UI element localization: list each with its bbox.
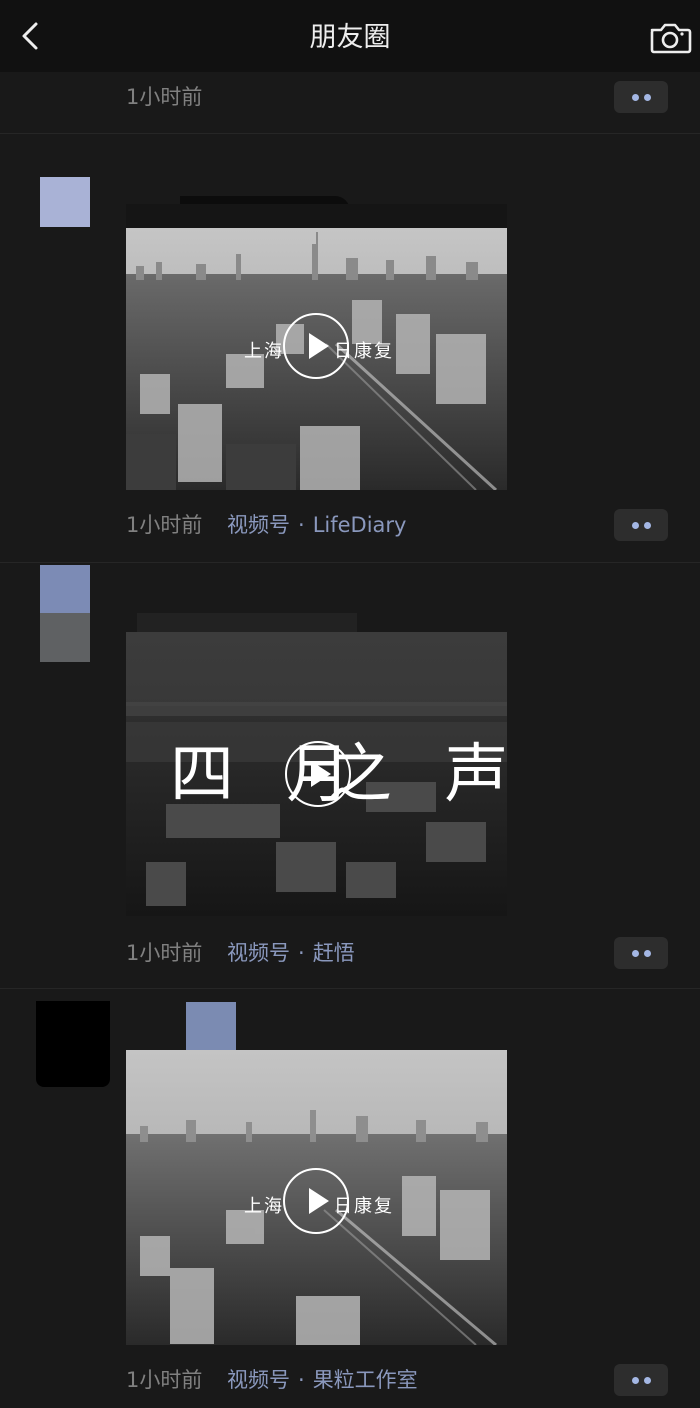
avatar[interactable] [40,177,90,227]
avatar[interactable] [36,1001,110,1087]
channel-link[interactable]: 视频号 · 赶悟 [227,938,355,968]
video-thumbnail[interactable]: 上海 日康复 [126,1050,507,1345]
post-time: 1小时前 [126,85,203,109]
separator-dot: · [298,513,305,537]
video-thumbnail[interactable]: 四 月 之 声 [126,632,507,916]
channel-prefix: 视频号 [227,941,290,965]
channel-prefix: 视频号 [227,1368,290,1392]
post-time: 1小时前 [126,513,203,537]
more-button[interactable] [614,1364,668,1396]
more-dot-icon [644,94,651,101]
more-button[interactable] [614,509,668,541]
channel-prefix: 视频号 [227,513,290,537]
post-time: 1小时前 [126,1368,203,1392]
camera-icon [650,23,692,54]
play-icon [283,313,349,379]
channel-name: 果粒工作室 [312,1368,418,1392]
divider [0,562,700,563]
more-dot-icon [632,94,639,101]
divider [0,988,700,989]
more-button[interactable] [614,81,668,113]
more-dot-icon [632,1377,639,1384]
video-title-left: 上海 [244,341,284,362]
divider [0,133,700,134]
video-title-right: 之 声 [328,738,507,812]
more-dot-icon [644,950,651,957]
channel-link[interactable]: 视频号 · LifeDiary [227,510,406,540]
nav-bar: 朋友圈 [0,0,700,72]
more-dot-icon [632,950,639,957]
video-title-left: 上海 [244,1196,284,1217]
more-dot-icon [644,1377,651,1384]
separator-dot: · [298,941,305,965]
back-button[interactable] [12,16,48,56]
page-title: 朋友圈 [309,22,391,53]
avatar[interactable] [40,565,90,662]
video-thumbnail[interactable]: 上海 日康复 [126,204,507,490]
play-icon [283,1168,349,1234]
separator-dot: · [298,1368,305,1392]
more-dot-icon [632,522,639,529]
chevron-left-icon [22,22,38,50]
channel-name: LifeDiary [312,513,407,537]
blurred-name [186,1002,236,1050]
play-icon [285,741,351,807]
more-dot-icon [644,522,651,529]
channel-name: 赶悟 [312,941,355,965]
channel-link[interactable]: 视频号 · 果粒工作室 [227,1365,418,1395]
more-button[interactable] [614,937,668,969]
camera-button[interactable] [646,18,692,58]
post-time: 1小时前 [126,941,203,965]
